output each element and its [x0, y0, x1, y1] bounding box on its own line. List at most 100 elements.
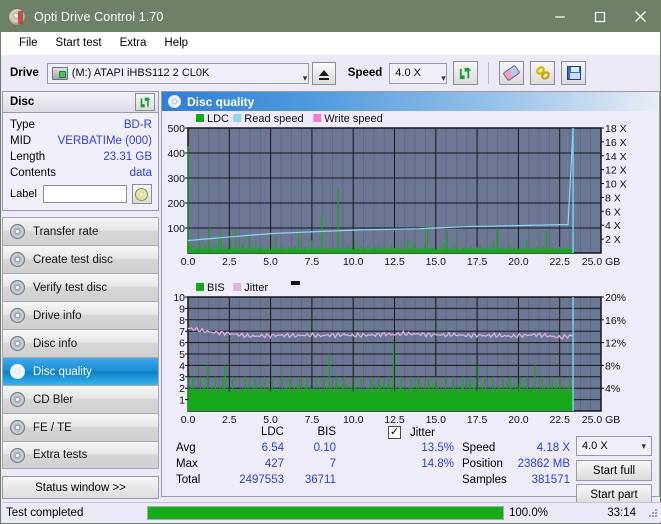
sidebar-item-transfer-rate[interactable]: Transfer rate	[2, 217, 159, 245]
jitter-checkbox[interactable]: ✓	[388, 426, 401, 439]
svg-text:4%: 4%	[605, 383, 620, 395]
title-bar: Opti Drive Control 1.70	[1, 1, 660, 32]
sidebar-item-label: Transfer rate	[33, 225, 99, 238]
sidebar-item-create-test-disc[interactable]: Create test disc	[2, 245, 159, 273]
status-text: Test completed	[6, 506, 84, 519]
svg-text:2.5: 2.5	[222, 256, 237, 268]
svg-text:7.5: 7.5	[305, 414, 320, 423]
svg-text:5: 5	[179, 349, 185, 361]
menu-item-extra[interactable]: Extra	[111, 35, 156, 51]
svg-text:2.5: 2.5	[222, 414, 237, 423]
stat-ldc-avg: 6.54	[261, 442, 284, 454]
minimize-icon[interactable]	[540, 1, 580, 32]
svg-text:200: 200	[167, 198, 185, 210]
sidebar-item-label: FE / TE	[33, 421, 72, 434]
maximize-icon[interactable]	[580, 1, 620, 32]
speed-select[interactable]: 4.0 X ▾	[389, 62, 448, 84]
speed-stat-label: Speed	[462, 442, 496, 454]
refresh-button[interactable]	[453, 61, 479, 85]
status-window-label: Status window >>	[35, 481, 126, 494]
position-stat-value: 23862 MB	[517, 458, 570, 470]
eject-button[interactable]	[311, 61, 336, 85]
disc-icon	[10, 252, 25, 267]
jitter-label: Jitter	[410, 427, 435, 439]
svg-text:BIS: BIS	[207, 282, 225, 294]
sidebar-item-label: CD Bler	[33, 393, 74, 406]
sidebar-item-label: Create test disc	[33, 253, 113, 266]
svg-text:Read speed: Read speed	[244, 113, 303, 125]
svg-text:17.5: 17.5	[467, 414, 488, 423]
eject-icon	[318, 70, 329, 80]
test-speed-select[interactable]: 4.0 X ▾	[576, 436, 652, 456]
start-full-button[interactable]: Start full	[576, 460, 652, 481]
resize-grip-icon[interactable]	[648, 508, 658, 518]
disc-icon	[10, 224, 25, 239]
svg-text:14 X: 14 X	[605, 151, 627, 163]
disc-panel-header: Disc	[2, 91, 159, 113]
disc-icon	[10, 392, 25, 407]
chevron-down-icon: ▾	[641, 441, 646, 451]
disc-row-key: MID	[10, 135, 32, 147]
svg-text:15.0: 15.0	[426, 414, 447, 423]
disc-label-input[interactable]	[42, 185, 127, 203]
menu-item-start-test[interactable]: Start test	[47, 35, 111, 51]
app-window: Opti Drive Control 1.70 File Start test …	[0, 0, 661, 524]
svg-text:LDC: LDC	[207, 113, 229, 125]
svg-text:3: 3	[179, 372, 185, 384]
disc-icon	[10, 364, 25, 379]
sidebar-item-verify-test-disc[interactable]: Verify test disc	[2, 273, 159, 301]
svg-text:1: 1	[179, 395, 185, 407]
disc-quality-charts: 100 200 300 400 500 2 X 4 X 6 X 8 X10 X 12 X 14 X 1…	[167, 113, 627, 426]
sidebar-item-extra-tests[interactable]: Extra tests	[2, 441, 159, 469]
svg-text:12.5: 12.5	[384, 414, 405, 423]
sidebar-item-disc-info[interactable]: Disc info	[2, 329, 159, 357]
svg-text:15.0: 15.0	[426, 256, 447, 268]
svg-text:12%: 12%	[605, 338, 626, 350]
svg-text:7: 7	[179, 326, 185, 338]
disc-row-value: data	[129, 167, 152, 179]
disc-row-key: Length	[10, 151, 46, 163]
sidebar-item-cd-bler[interactable]: CD Bler	[2, 385, 159, 413]
stats-panel: Avg Max Total LDC BIS 6.54 427 2497553 0…	[162, 424, 659, 505]
menu-bar: File Start test Extra Help	[1, 32, 660, 55]
menu-item-file[interactable]: File	[10, 35, 47, 51]
drive-icon	[51, 66, 68, 80]
disc-row-type: Type BD-R	[10, 117, 152, 133]
sidebar-item-label: Verify test disc	[33, 281, 108, 294]
svg-text:9: 9	[179, 303, 185, 315]
stat-bis-avg: 0.10	[313, 442, 336, 454]
drive-select[interactable]: (M:) ATAPI iHBS112 2 CL0K ▾	[46, 62, 309, 84]
page-title: Disc quality	[187, 94, 255, 109]
stat-bis-max: 7	[329, 458, 336, 470]
save-button[interactable]	[561, 61, 587, 85]
sidebar-item-label: Disc quality	[33, 365, 92, 378]
svg-text:20%: 20%	[605, 292, 626, 304]
svg-text:17.5: 17.5	[467, 256, 488, 268]
sidebar-item-label: Extra tests	[33, 449, 88, 461]
progress-bar	[147, 505, 504, 520]
menu-item-help[interactable]: Help	[155, 35, 197, 51]
disc-refresh-button[interactable]	[135, 93, 155, 111]
svg-text:10 X: 10 X	[605, 179, 627, 191]
svg-text:500: 500	[167, 123, 185, 135]
disc-row-value: 23.31 GB	[103, 151, 152, 163]
svg-text:8: 8	[179, 315, 185, 327]
sidebar-item-disc-quality[interactable]: Disc quality	[2, 357, 159, 385]
sidebar-item-fe-te[interactable]: FE / TE	[2, 413, 159, 441]
cd-icon	[135, 187, 149, 201]
disc-label-apply-button[interactable]	[131, 184, 152, 204]
sidebar-item-drive-info[interactable]: Drive info	[2, 301, 159, 329]
svg-text:Write speed: Write speed	[324, 113, 383, 125]
svg-text:0.0: 0.0	[181, 414, 196, 423]
disc-quality-panel: Disc quality 100 200 300 400 500 2 X 4 X 6 X 8 X…	[161, 91, 660, 505]
svg-text:20.0: 20.0	[508, 256, 529, 268]
window-title: Opti Drive Control 1.70	[34, 9, 164, 24]
svg-text:16%: 16%	[605, 315, 626, 327]
status-window-button[interactable]: Status window >>	[2, 476, 159, 499]
close-icon[interactable]	[620, 1, 660, 32]
speed-stat-value: 4.18 X	[536, 442, 570, 454]
svg-text:10: 10	[173, 292, 185, 304]
svg-text:12.5: 12.5	[384, 256, 405, 268]
erase-button[interactable]	[499, 61, 525, 85]
chain-button[interactable]	[530, 61, 556, 85]
